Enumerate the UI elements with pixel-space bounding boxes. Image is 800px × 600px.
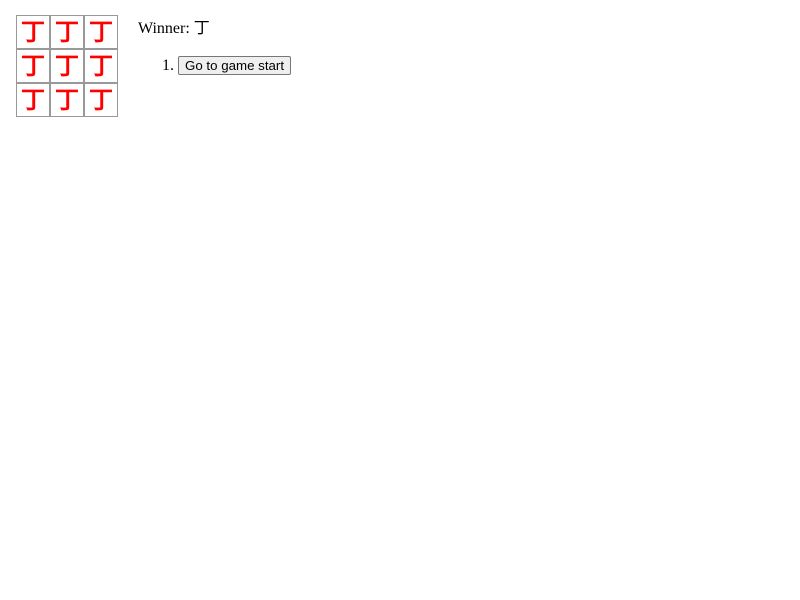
move-history-list: Go to game start <box>138 56 292 76</box>
board-square-3[interactable]: 丁 <box>84 15 118 49</box>
winner-mark: 丁 <box>193 18 210 37</box>
game-status: Winner: 丁 <box>138 18 291 38</box>
game: 丁 丁 丁 丁 丁 丁 丁 丁 丁 Winner: 丁 Go to game s… <box>16 15 292 117</box>
board-square-5[interactable]: 丁 <box>50 49 84 83</box>
board-square-1[interactable]: 丁 <box>16 15 50 49</box>
game-board: 丁 丁 丁 丁 丁 丁 丁 丁 丁 <box>16 15 118 117</box>
board-square-8[interactable]: 丁 <box>50 83 84 117</box>
board-square-9[interactable]: 丁 <box>84 83 118 117</box>
go-to-game-start-button[interactable]: Go to game start <box>178 56 292 75</box>
board-square-7[interactable]: 丁 <box>16 83 50 117</box>
board-square-6[interactable]: 丁 <box>84 49 118 83</box>
game-info: Winner: 丁 Go to game start <box>138 15 292 76</box>
move-list-item: Go to game start <box>178 56 292 76</box>
status-label: Winner: <box>138 20 194 37</box>
board-square-4[interactable]: 丁 <box>16 49 50 83</box>
board-square-2[interactable]: 丁 <box>50 15 84 49</box>
